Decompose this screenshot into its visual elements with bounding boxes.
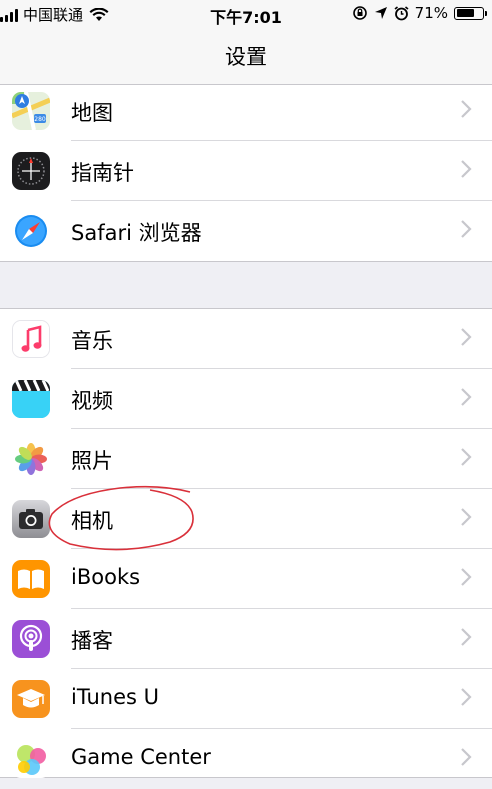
- chevron-right-icon: [461, 388, 472, 406]
- settings-row-label: Game Center: [71, 745, 211, 769]
- settings-row-game-center[interactable]: Game Center: [0, 729, 492, 789]
- svg-text:280: 280: [34, 116, 46, 123]
- chevron-right-icon: [461, 508, 472, 526]
- settings-row-podcasts[interactable]: 播客: [0, 609, 492, 669]
- camera-icon: [12, 500, 50, 538]
- game-center-icon: [12, 740, 50, 778]
- settings-row-safari[interactable]: Safari 浏览器: [0, 201, 492, 261]
- settings-row-label: 音乐: [71, 329, 113, 353]
- settings-row-videos[interactable]: 视频: [0, 369, 492, 429]
- chevron-right-icon: [461, 328, 472, 346]
- settings-row-label: 播客: [71, 629, 113, 653]
- podcasts-icon: [12, 620, 50, 658]
- settings-row-label: iTunes U: [71, 685, 159, 709]
- chevron-right-icon: [461, 748, 472, 766]
- settings-row-maps[interactable]: 280 地图: [0, 81, 492, 141]
- compass-icon: [12, 152, 50, 190]
- chevron-right-icon: [461, 220, 472, 238]
- status-right: 71%: [352, 4, 487, 22]
- rotation-lock-icon: [352, 6, 367, 20]
- chevron-right-icon: [461, 688, 472, 706]
- safari-icon: [12, 212, 50, 250]
- ibooks-icon: [12, 560, 50, 598]
- settings-row-itunes-u[interactable]: iTunes U: [0, 669, 492, 729]
- settings-row-label: Safari 浏览器: [71, 221, 202, 245]
- location-icon: [374, 7, 387, 19]
- videos-icon: [12, 380, 50, 418]
- itunes-u-icon: [12, 680, 50, 718]
- settings-row-compass[interactable]: 指南针: [0, 141, 492, 201]
- chevron-right-icon: [461, 100, 472, 118]
- settings-row-ibooks[interactable]: iBooks: [0, 549, 492, 609]
- page-title: 设置: [225, 45, 267, 69]
- settings-row-photos[interactable]: 照片: [0, 429, 492, 489]
- settings-row-label: 相机: [71, 509, 113, 533]
- chevron-right-icon: [461, 448, 472, 466]
- status-bar: 中国联通 下午7:01 71%: [0, 0, 492, 28]
- chevron-right-icon: [461, 628, 472, 646]
- music-icon: [12, 320, 50, 358]
- settings-row-label: 指南针: [71, 161, 134, 185]
- settings-row-label: iBooks: [71, 565, 141, 589]
- alarm-icon: [394, 5, 409, 20]
- maps-icon: 280: [12, 92, 50, 130]
- navigation-bar: 设置: [0, 28, 492, 85]
- photos-icon: [12, 440, 50, 478]
- battery-percent: 71%: [414, 4, 448, 22]
- settings-row-music[interactable]: 音乐: [0, 309, 492, 369]
- chevron-right-icon: [461, 160, 472, 178]
- settings-group-2: 音乐 视频 照片 相机 iBooks 播客 iTunes U Game Cent…: [0, 308, 492, 778]
- chevron-right-icon: [461, 568, 472, 586]
- settings-row-label: 视频: [71, 389, 113, 413]
- settings-row-label: 地图: [71, 101, 113, 125]
- settings-row-camera[interactable]: 相机: [0, 489, 492, 549]
- battery-icon: [454, 6, 487, 20]
- settings-row-label: 照片: [71, 449, 113, 473]
- settings-group-1: 280 地图 指南针 Safari 浏览器: [0, 85, 492, 262]
